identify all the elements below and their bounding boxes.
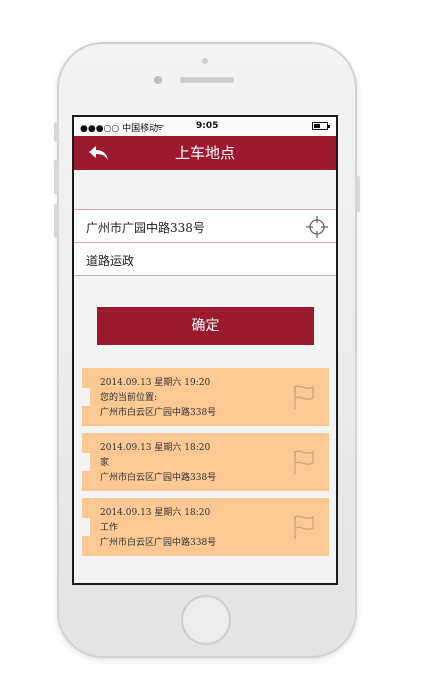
history-date: 2014.09.13 星期六 18:20 — [100, 508, 211, 518]
history-address: 广州市白云区广园中路338号 — [100, 408, 217, 418]
battery-icon — [312, 122, 330, 130]
address-field[interactable]: 广州市广园中路338号 — [74, 209, 336, 243]
history-date: 2014.09.13 星期六 18:20 — [100, 443, 211, 453]
flag-icon[interactable] — [293, 514, 315, 540]
history-name: 家 — [100, 458, 110, 468]
earpiece-speaker — [180, 77, 234, 83]
history-date: 2014.09.13 星期六 19:20 — [100, 378, 211, 388]
wifi-icon: ᯤ — [156, 123, 165, 133]
history-name: 工作 — [100, 523, 119, 533]
clock: 9:05 — [196, 121, 219, 131]
status-bar: ●●●○○ 中国移动 ᯤ 9:05 — [74, 117, 336, 136]
power-button — [356, 176, 360, 212]
carrier-label: ●●●○○ 中国移动 — [80, 124, 159, 134]
confirm-button[interactable]: 确定 — [97, 307, 314, 345]
volume-down-button — [54, 204, 58, 238]
volume-up-button — [54, 160, 58, 194]
flag-icon[interactable] — [293, 384, 315, 410]
nav-bar: 上车地点 — [74, 136, 336, 170]
front-camera — [154, 76, 162, 84]
proximity-sensor — [202, 58, 208, 64]
flag-icon[interactable] — [293, 449, 315, 475]
history-address: 广州市白云区广园中路338号 — [100, 538, 217, 548]
phone-screen: ●●●○○ 中国移动 ᯤ 9:05 上车地点 广州市广园中路338号 道路运政 … — [72, 115, 338, 585]
history-item[interactable]: 2014.09.13 星期六 18:20 工作 广州市白云区广园中路338号 — [82, 498, 329, 556]
history-address: 广州市白云区广园中路338号 — [100, 473, 217, 483]
home-button[interactable] — [181, 595, 231, 645]
address-value: 广州市广园中路338号 — [86, 221, 205, 235]
locate-target-icon[interactable] — [306, 216, 328, 238]
note-value: 道路运政 — [86, 254, 135, 268]
page-title: 上车地点 — [174, 144, 235, 162]
history-name: 您的当前位置: — [100, 393, 158, 403]
history-item[interactable]: 2014.09.13 星期六 19:20 您的当前位置: 广州市白云区广园中路3… — [82, 368, 329, 426]
mute-switch — [54, 122, 58, 142]
history-item[interactable]: 2014.09.13 星期六 18:20 家 广州市白云区广园中路338号 — [82, 433, 329, 491]
note-field[interactable]: 道路运政 — [74, 242, 336, 276]
